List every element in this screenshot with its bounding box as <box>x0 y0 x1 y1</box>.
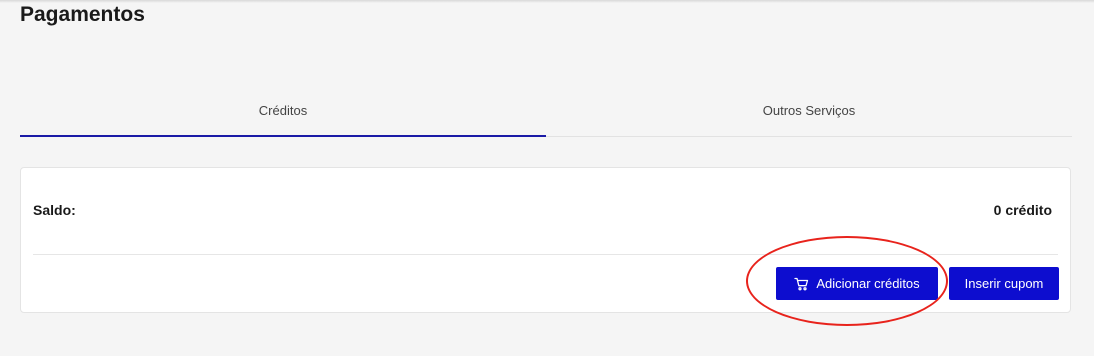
header-shadow <box>0 0 1094 3</box>
card-divider <box>33 254 1058 255</box>
add-credits-label: Adicionar créditos <box>816 276 920 291</box>
balance-label: Saldo: <box>33 202 76 218</box>
tab-bar: Créditos Outros Serviços <box>20 90 1072 137</box>
cart-icon <box>794 277 809 291</box>
tab-outros-servicos[interactable]: Outros Serviços <box>546 90 1072 136</box>
insert-coupon-button[interactable]: Inserir cupom <box>949 267 1059 300</box>
balance-card: Saldo: 0 crédito Adicionar créditos Inse… <box>20 167 1071 313</box>
page-title: Pagamentos <box>20 3 145 26</box>
add-credits-button[interactable]: Adicionar créditos <box>776 267 938 300</box>
tab-creditos[interactable]: Créditos <box>20 90 546 137</box>
balance-value: 0 crédito <box>993 202 1052 218</box>
